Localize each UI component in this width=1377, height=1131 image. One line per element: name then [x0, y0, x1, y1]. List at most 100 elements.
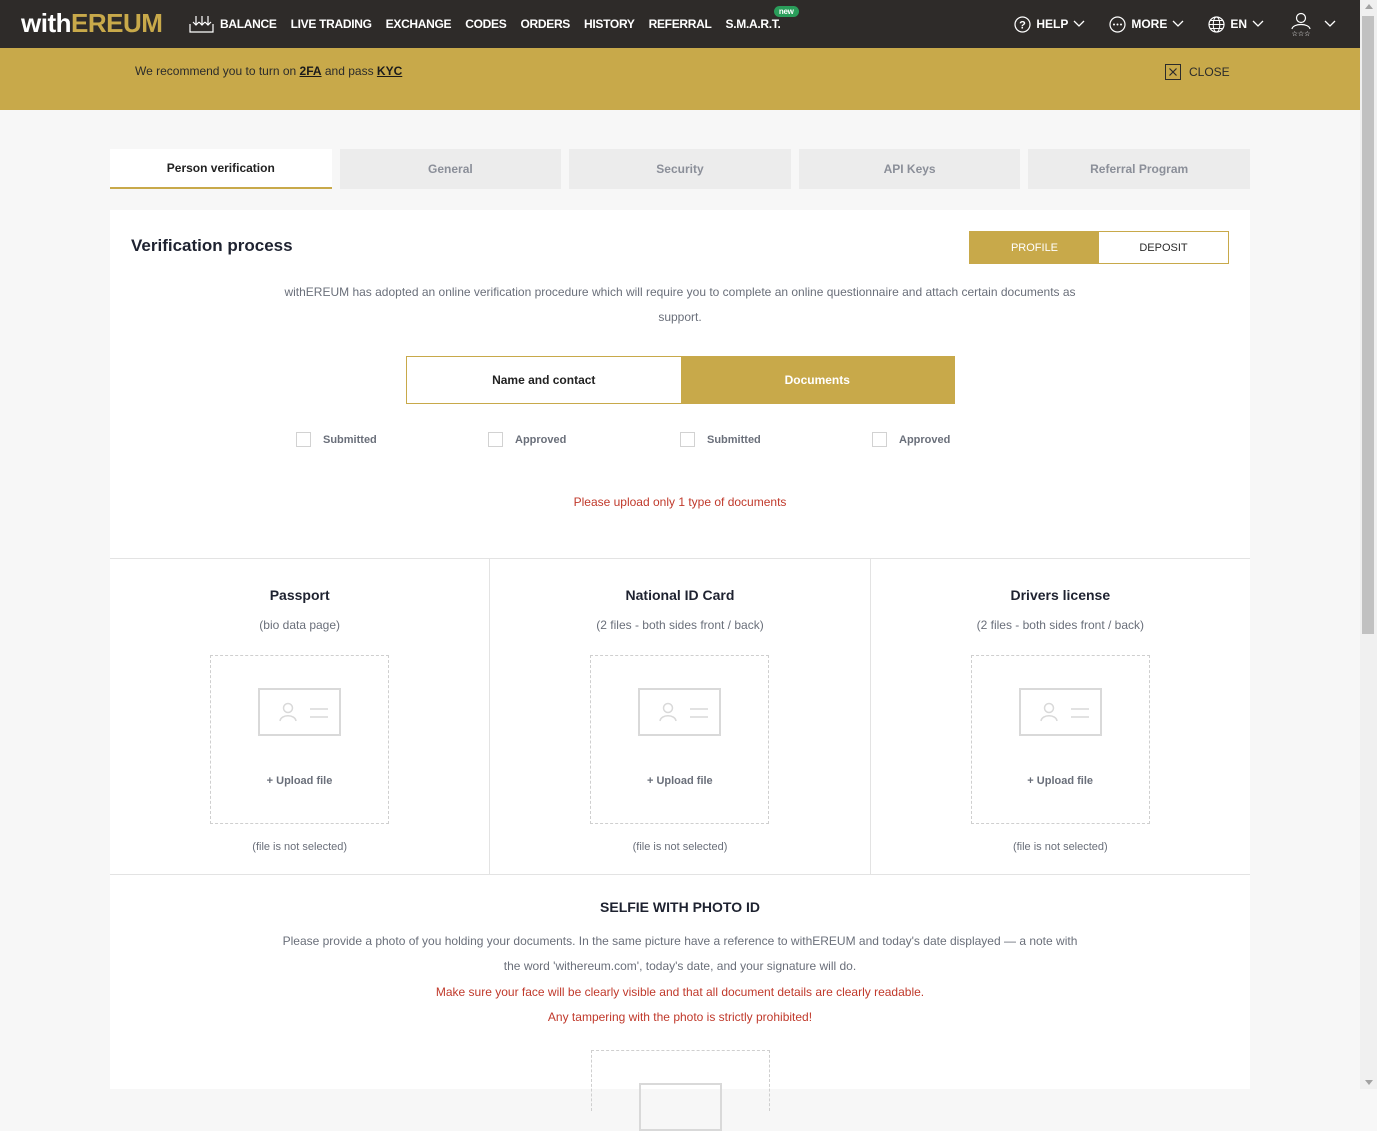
upload-warning: Please upload only 1 type of documents	[110, 495, 1250, 509]
step-documents[interactable]: Documents	[681, 357, 955, 403]
scroll-up-arrow[interactable]	[1365, 4, 1373, 9]
document-subtitle: (2 files - both sides front / back)	[871, 618, 1250, 632]
nav-balance[interactable]: BALANCE	[189, 15, 277, 33]
checkbox	[296, 432, 311, 447]
banner-text-mid: and pass	[322, 64, 377, 78]
banner-text-pre: We recommend you to turn on	[135, 64, 300, 78]
file-status: (file is not selected)	[871, 841, 1250, 853]
selfie-upload-dropzone[interactable]	[591, 1050, 770, 1111]
document-national-id: National ID Card (2 files - both sides f…	[489, 559, 869, 874]
upload-dropzone[interactable]: + Upload file	[590, 655, 769, 824]
nav-live-trading[interactable]: LIVE TRADING	[291, 17, 372, 31]
deposit-button[interactable]: DEPOSIT	[1099, 232, 1228, 263]
link-kyc[interactable]: KYC	[377, 64, 402, 78]
nav-history[interactable]: HISTORY	[584, 17, 635, 31]
link-2fa[interactable]: 2FA	[300, 64, 322, 78]
checkbox	[872, 432, 887, 447]
intro-text: withEREUM has adopted an online verifica…	[260, 280, 1100, 330]
tab-referral-program[interactable]: Referral Program	[1028, 149, 1250, 189]
chevron-down-icon	[1323, 19, 1337, 29]
nav-codes-label: CODES	[465, 17, 506, 31]
intro-line-1: withEREUM has adopted an online verifica…	[260, 280, 1100, 305]
status-label: Approved	[515, 434, 566, 446]
logo[interactable]: withEREUM	[21, 8, 162, 39]
nav-exchange[interactable]: EXCHANGE	[386, 17, 452, 31]
status-label: Submitted	[707, 434, 761, 446]
status-label: Approved	[899, 434, 950, 446]
status-check-submitted-2: Submitted	[680, 432, 761, 447]
language-label: EN	[1230, 17, 1247, 31]
banner-close-button[interactable]: CLOSE	[1165, 64, 1230, 80]
upload-dropzone[interactable]: + Upload file	[971, 655, 1150, 824]
status-check-submitted-1: Submitted	[296, 432, 377, 447]
globe-icon	[1208, 16, 1225, 33]
selfie-warning-tampering: Any tampering with the photo is strictly…	[110, 1010, 1250, 1024]
banner-text: We recommend you to turn on 2FA and pass…	[135, 64, 402, 78]
right-nav: ? HELP MORE EN ☆☆☆	[996, 0, 1342, 48]
tab-person-verification[interactable]: Person verification	[110, 149, 332, 189]
tab-security[interactable]: Security	[569, 149, 791, 189]
help-icon: ?	[1014, 16, 1031, 33]
nav-history-label: HISTORY	[584, 17, 635, 31]
banner-close-label: CLOSE	[1189, 65, 1230, 79]
chevron-down-icon	[1171, 19, 1185, 29]
main-nav: BALANCE LIVE TRADING EXCHANGE CODES ORDE…	[189, 0, 795, 48]
selfie-title: SELFIE WITH PHOTO ID	[110, 899, 1250, 915]
more-icon	[1109, 16, 1126, 33]
profile-button[interactable]: PROFILE	[970, 232, 1099, 263]
top-navbar: withEREUM BALANCE LIVE TRADING EXCHANGE …	[0, 0, 1360, 48]
document-options: Passport (bio data page) + Upload file (…	[110, 558, 1250, 875]
chevron-down-icon	[1072, 19, 1086, 29]
page-title: Verification process	[131, 236, 293, 256]
document-title: National ID Card	[490, 587, 869, 603]
nav-referral[interactable]: REFERRAL	[649, 17, 712, 31]
status-checks: Submitted Approved Submitted Approved	[296, 432, 976, 450]
upload-file-button[interactable]: + Upload file	[211, 775, 388, 787]
status-label: Submitted	[323, 434, 377, 446]
document-title: Passport	[110, 587, 489, 603]
selfie-warning-visibility: Make sure your face will be clearly visi…	[110, 985, 1250, 999]
nav-exchange-label: EXCHANGE	[386, 17, 452, 31]
selfie-description: Please provide a photo of you holding yo…	[260, 929, 1100, 979]
help-menu[interactable]: ? HELP	[1014, 16, 1091, 33]
id-card-icon	[1019, 688, 1102, 736]
scrollbar-thumb[interactable]	[1362, 16, 1374, 634]
language-menu[interactable]: EN	[1208, 16, 1270, 33]
document-subtitle: (bio data page)	[110, 618, 489, 632]
more-label: MORE	[1131, 17, 1167, 31]
file-status: (file is not selected)	[110, 841, 489, 853]
selfie-desc-line-1: Please provide a photo of you holding yo…	[260, 929, 1100, 954]
nav-live-trading-label: LIVE TRADING	[291, 17, 372, 31]
nav-smart[interactable]: S.M.A.R.T.new	[726, 17, 781, 31]
nav-codes[interactable]: CODES	[465, 17, 506, 31]
id-card-icon	[639, 1083, 722, 1131]
selfie-desc-line-2: the word 'withereum.com', today's date, …	[260, 954, 1100, 979]
document-passport: Passport (bio data page) + Upload file (…	[110, 559, 489, 874]
scroll-down-arrow[interactable]	[1365, 1080, 1373, 1085]
tab-api-keys[interactable]: API Keys	[799, 149, 1021, 189]
nav-orders-label: ORDERS	[520, 17, 570, 31]
settings-tabs: Person verification General Security API…	[110, 149, 1250, 189]
id-card-icon	[258, 688, 341, 736]
user-menu[interactable]: ☆☆☆	[1288, 11, 1342, 37]
nav-balance-label: BALANCE	[220, 17, 277, 31]
tab-general[interactable]: General	[340, 149, 562, 189]
upload-file-button[interactable]: + Upload file	[591, 775, 768, 787]
document-drivers-license: Drivers license (2 files - both sides fr…	[870, 559, 1250, 874]
step-name-contact[interactable]: Name and contact	[407, 357, 681, 403]
new-badge: new	[774, 6, 799, 17]
document-subtitle: (2 files - both sides front / back)	[490, 618, 869, 632]
status-check-approved-1: Approved	[488, 432, 566, 447]
upload-dropzone[interactable]: + Upload file	[210, 655, 389, 824]
logo-ereum: EREUM	[71, 8, 162, 38]
nav-orders[interactable]: ORDERS	[520, 17, 570, 31]
intro-line-2: support.	[260, 305, 1100, 330]
upload-file-button[interactable]: + Upload file	[972, 775, 1149, 787]
verification-steps: Name and contact Documents	[406, 356, 955, 404]
close-icon	[1165, 64, 1181, 80]
help-label: HELP	[1036, 17, 1068, 31]
page-scrollbar[interactable]	[1360, 0, 1377, 1089]
svg-text:☆☆☆: ☆☆☆	[1292, 30, 1311, 37]
nav-referral-label: REFERRAL	[649, 17, 712, 31]
more-menu[interactable]: MORE	[1109, 16, 1190, 33]
